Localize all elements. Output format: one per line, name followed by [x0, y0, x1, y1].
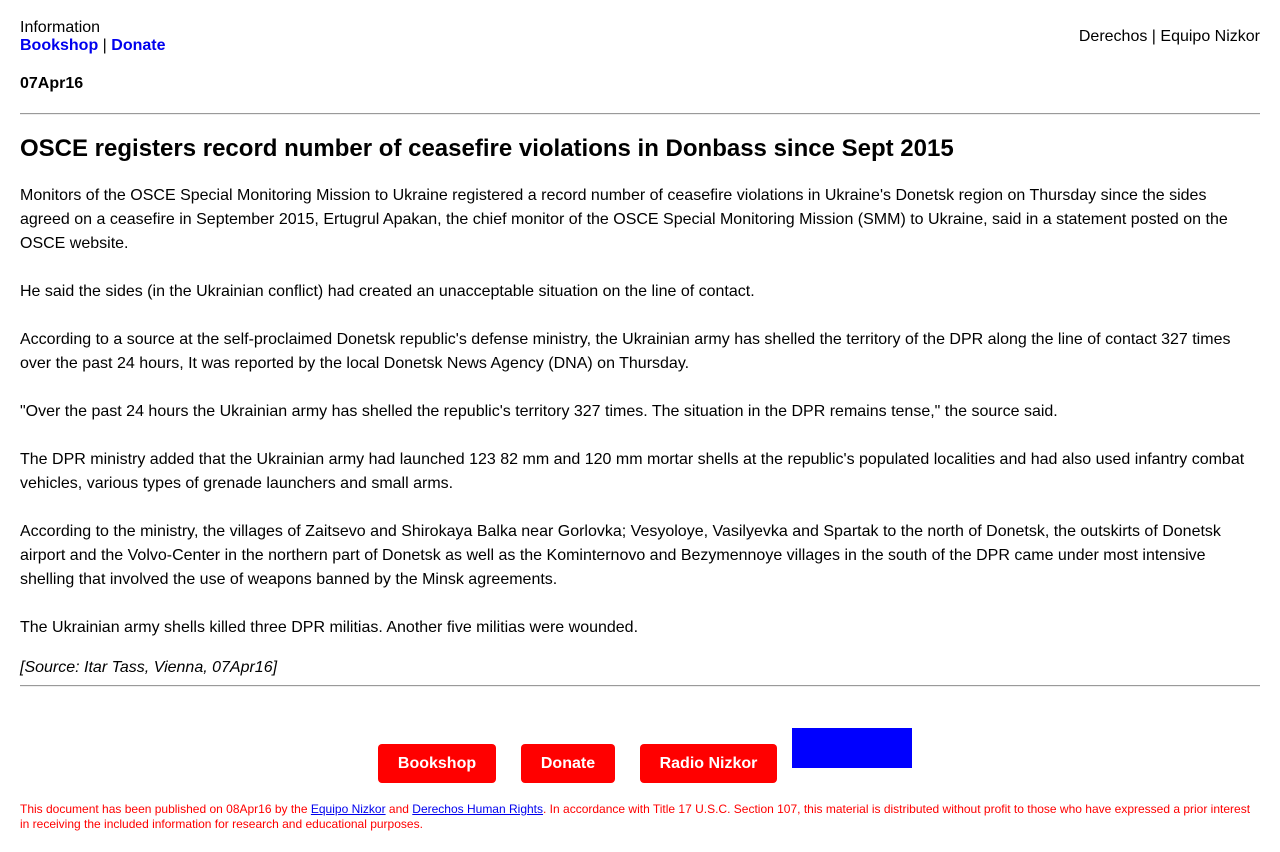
- link-separator: |: [102, 37, 107, 54]
- bottom-divider: [20, 685, 1260, 687]
- info-label: Information: [20, 19, 101, 36]
- radio-nizkor-button[interactable]: Radio Nizkor: [640, 744, 777, 783]
- bookshop-link[interactable]: Bookshop: [20, 37, 98, 54]
- equipo-nizkor-link[interactable]: Equipo Nizkor: [311, 802, 386, 816]
- donate-button[interactable]: Donate: [521, 744, 615, 783]
- header-links: Bookshop | Donate: [20, 37, 166, 55]
- footer-buttons: Bookshop Donate Radio Nizkor: [20, 728, 1260, 784]
- header-left: Information Bookshop | Donate: [20, 19, 166, 55]
- article-paragraph: The DPR ministry added that the Ukrainia…: [20, 451, 1245, 492]
- article-paragraph: According to the ministry, the villages …: [20, 523, 1221, 588]
- article-body: Monitors of the OSCE Special Monitoring …: [20, 184, 1260, 640]
- blue-banner-box[interactable]: [792, 728, 912, 768]
- top-divider: [20, 113, 1260, 115]
- derechos-link[interactable]: Derechos Human Rights: [412, 802, 543, 816]
- article-paragraph: He said the sides (in the Ukrainian conf…: [20, 283, 755, 300]
- disclaimer-text: This document has been published on 08Ap…: [20, 802, 311, 816]
- article-source: [Source: Itar Tass, Vienna, 07Apr16]: [20, 659, 278, 676]
- article-title: OSCE registers record number of ceasefir…: [20, 135, 954, 162]
- article-paragraph: "Over the past 24 hours the Ukrainian ar…: [20, 403, 1058, 420]
- header-right-text: Derechos | Equipo Nizkor: [1078, 28, 1260, 45]
- article-paragraph: Monitors of the OSCE Special Monitoring …: [20, 187, 1228, 252]
- bookshop-button[interactable]: Bookshop: [378, 744, 496, 783]
- footer-disclaimer: This document has been published on 08Ap…: [20, 802, 1260, 832]
- article-paragraph: According to a source at the self-procla…: [20, 331, 1231, 372]
- article-date: 07Apr16: [20, 75, 84, 92]
- donate-link[interactable]: Donate: [111, 37, 165, 54]
- article-paragraph: The Ukrainian army shells killed three D…: [20, 619, 639, 636]
- disclaimer-text: and: [385, 802, 413, 816]
